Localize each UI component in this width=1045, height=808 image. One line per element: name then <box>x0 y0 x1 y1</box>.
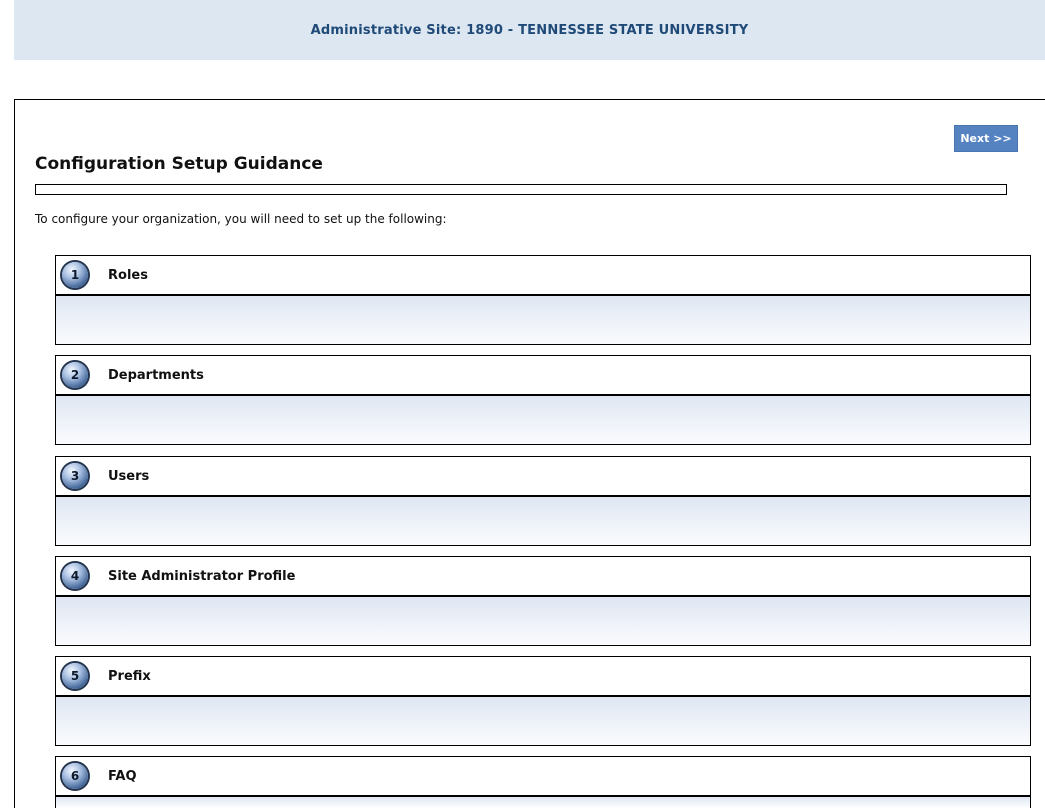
step-label[interactable]: Site Administrator Profile <box>108 569 295 584</box>
step-roles[interactable]: 1 Roles <box>55 255 1031 345</box>
page-title: Configuration Setup Guidance <box>35 154 323 174</box>
step-header[interactable]: 6 FAQ <box>56 757 1030 797</box>
step-body <box>56 797 1030 807</box>
step-label[interactable]: Prefix <box>108 669 151 684</box>
site-title: Administrative Site: 1890 - TENNESSEE ST… <box>310 22 749 38</box>
progress-bar <box>35 184 1007 195</box>
step-label[interactable]: FAQ <box>108 769 137 784</box>
step-number-badge: 2 <box>62 362 88 388</box>
page: Administrative Site: 1890 - TENNESSEE ST… <box>0 0 1045 808</box>
step-label[interactable]: Roles <box>108 268 148 283</box>
step-users[interactable]: 3 Users <box>55 456 1031 546</box>
step-prefix[interactable]: 5 Prefix <box>55 656 1031 746</box>
next-button[interactable]: Next >> <box>954 125 1018 152</box>
step-header[interactable]: 3 Users <box>56 457 1030 497</box>
intro-text: To configure your organization, you will… <box>35 212 447 226</box>
step-number-badge: 5 <box>62 663 88 689</box>
step-header[interactable]: 1 Roles <box>56 256 1030 296</box>
step-header[interactable]: 5 Prefix <box>56 657 1030 697</box>
step-number-badge: 6 <box>62 763 88 789</box>
step-departments[interactable]: 2 Departments <box>55 355 1031 445</box>
step-label[interactable]: Users <box>108 469 149 484</box>
step-body <box>56 497 1030 545</box>
step-body <box>56 296 1030 344</box>
step-header[interactable]: 2 Departments <box>56 356 1030 396</box>
step-body <box>56 697 1030 745</box>
step-site-administrator-profile[interactable]: 4 Site Administrator Profile <box>55 556 1031 646</box>
step-label[interactable]: Departments <box>108 368 204 383</box>
step-faq[interactable]: 6 FAQ <box>55 756 1031 808</box>
step-header[interactable]: 4 Site Administrator Profile <box>56 557 1030 597</box>
site-header: Administrative Site: 1890 - TENNESSEE ST… <box>14 0 1045 60</box>
step-number-badge: 3 <box>62 463 88 489</box>
step-body <box>56 396 1030 444</box>
step-number-badge: 4 <box>62 563 88 589</box>
step-body <box>56 597 1030 645</box>
step-number-badge: 1 <box>62 262 88 288</box>
